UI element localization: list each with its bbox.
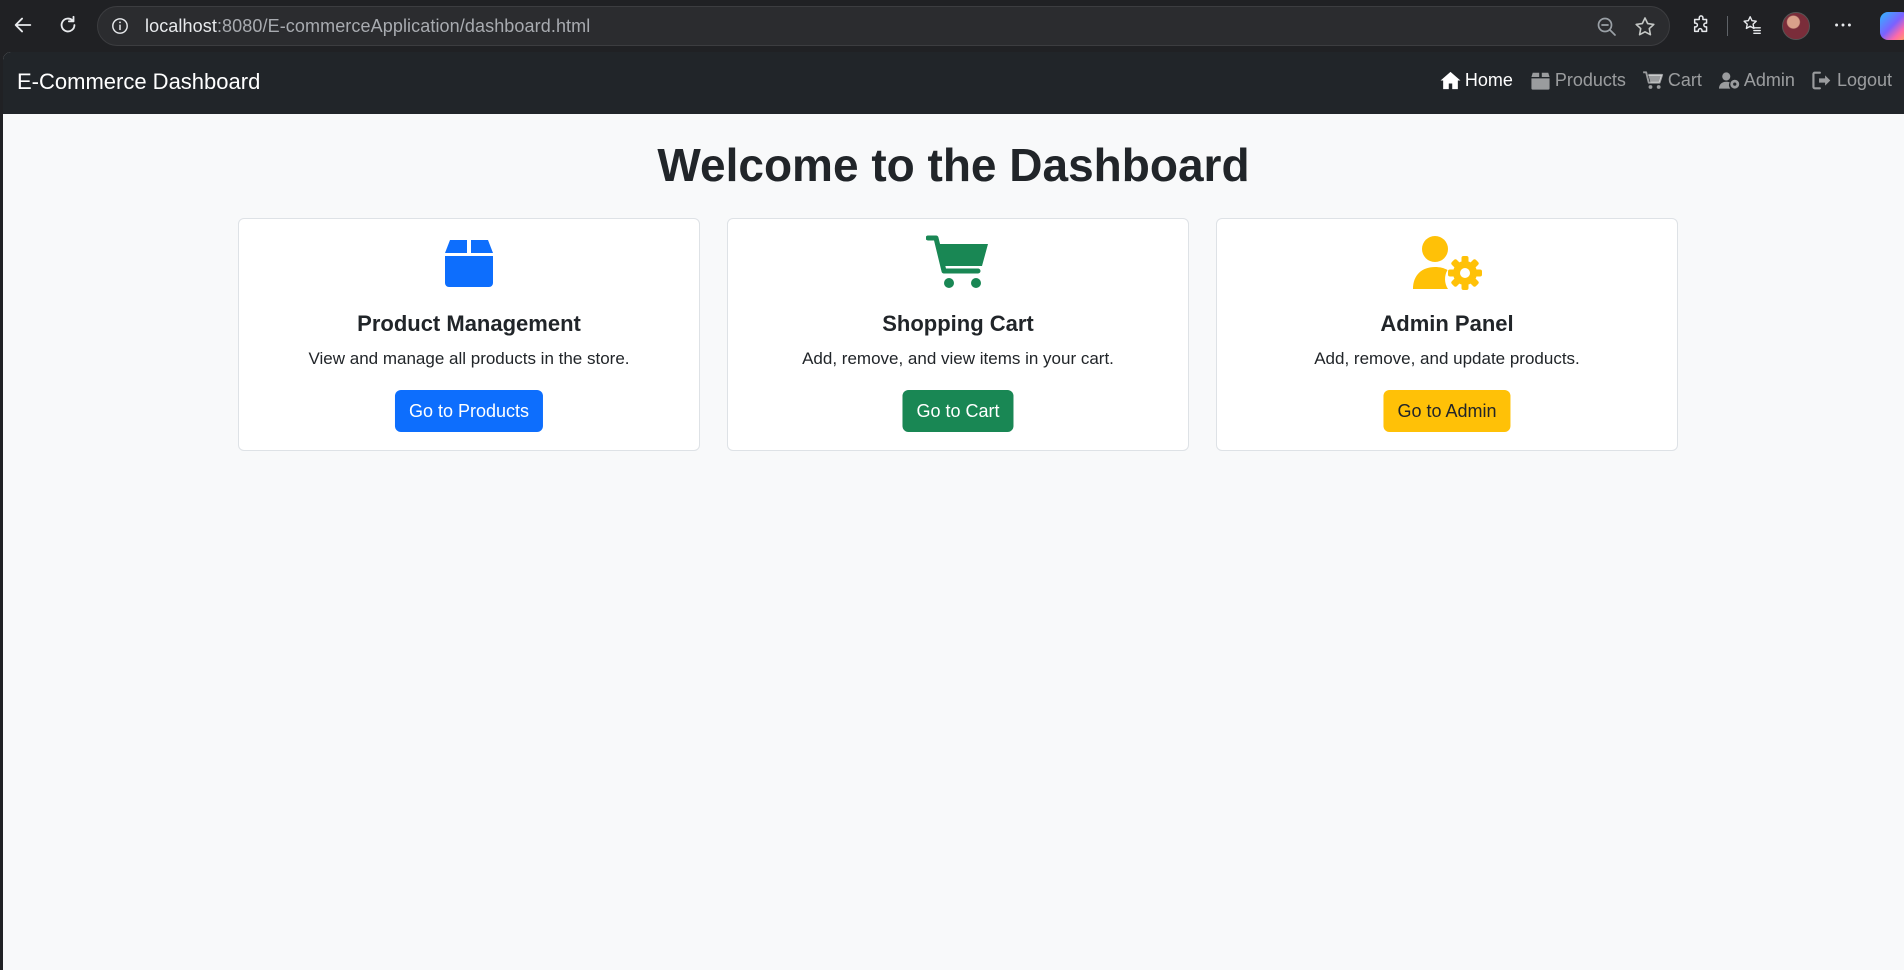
address-bar[interactable]: localhost:8080/E-commerceApplication/das… bbox=[97, 6, 1670, 46]
nav-link-label: Admin bbox=[1743, 70, 1795, 90]
card-title: Product Management bbox=[357, 311, 581, 336]
go-to-products-button[interactable]: Go to Products bbox=[394, 390, 544, 432]
page-title: Welcome to the Dashboard bbox=[657, 139, 1250, 191]
favorite-star-icon[interactable] bbox=[1633, 15, 1657, 39]
nav-link-admin[interactable]: Admin bbox=[1718, 70, 1795, 91]
user-gear-icon bbox=[1413, 236, 1482, 290]
copilot-icon[interactable] bbox=[1880, 12, 1904, 40]
nav-link-logout[interactable]: Logout bbox=[1812, 70, 1892, 91]
back-arrow-icon bbox=[14, 17, 32, 33]
nav-link-home[interactable]: Home bbox=[1440, 70, 1513, 91]
admin-panel-card: Admin Panel Add, remove, and update prod… bbox=[1216, 218, 1678, 451]
url-host: localhost bbox=[145, 15, 217, 36]
box-icon bbox=[445, 240, 493, 287]
shopping-cart-card: Shopping Cart Add, remove, and view item… bbox=[727, 218, 1189, 451]
navbar-brand[interactable]: E-Commerce Dashboard bbox=[17, 69, 260, 95]
go-to-admin-button[interactable]: Go to Admin bbox=[1383, 390, 1511, 432]
card-icon-wrap bbox=[1217, 235, 1677, 293]
nav-link-label: Home bbox=[1464, 70, 1513, 90]
nav-link-cart[interactable]: Cart bbox=[1643, 70, 1702, 91]
cart-icon bbox=[926, 235, 988, 288]
site-info-icon[interactable] bbox=[110, 16, 130, 36]
logout-icon bbox=[1812, 71, 1831, 90]
url-text: localhost:8080/E-commerceApplication/das… bbox=[145, 16, 590, 37]
home-icon bbox=[1440, 71, 1461, 90]
zoom-out-icon[interactable] bbox=[1595, 15, 1619, 39]
card-title: Admin Panel bbox=[1380, 311, 1514, 336]
reload-icon bbox=[60, 15, 76, 33]
more-menu-button[interactable] bbox=[1826, 8, 1860, 42]
page-viewport: E-Commerce Dashboard Home Products Cart … bbox=[3, 52, 1904, 970]
profile-avatar[interactable] bbox=[1782, 12, 1810, 40]
card-icon-wrap bbox=[728, 235, 1188, 293]
card-text: View and manage all products in the stor… bbox=[308, 349, 630, 368]
go-to-cart-button[interactable]: Go to Cart bbox=[902, 390, 1014, 432]
favorites-list-icon bbox=[1743, 16, 1761, 34]
toolbar-divider bbox=[1727, 16, 1728, 36]
cart-icon bbox=[1643, 71, 1663, 89]
box-icon bbox=[1531, 72, 1550, 90]
card-icon-wrap bbox=[239, 235, 699, 293]
reload-button[interactable] bbox=[51, 8, 85, 42]
extensions-button[interactable] bbox=[1685, 8, 1719, 42]
navbar-links: Home Products Cart Admin Logout bbox=[1423, 70, 1892, 91]
nav-link-label: Cart bbox=[1667, 70, 1702, 90]
favorites-button[interactable] bbox=[1735, 8, 1769, 42]
card-text: Add, remove, and view items in your cart… bbox=[802, 349, 1114, 368]
back-button[interactable] bbox=[6, 8, 40, 42]
nav-link-products[interactable]: Products bbox=[1530, 70, 1626, 91]
url-path: :8080/E-commerceApplication/dashboard.ht… bbox=[216, 15, 591, 36]
nav-link-label: Logout bbox=[1836, 70, 1892, 90]
top-navbar: E-Commerce Dashboard Home Products Cart … bbox=[3, 52, 1904, 114]
card-text: Add, remove, and update products. bbox=[1314, 349, 1580, 368]
puzzle-icon bbox=[1693, 15, 1708, 33]
nav-link-label: Products bbox=[1554, 70, 1626, 90]
ellipsis-icon bbox=[1835, 23, 1851, 27]
browser-toolbar: localhost:8080/E-commerceApplication/das… bbox=[0, 0, 1904, 52]
product-management-card: Product Management View and manage all p… bbox=[238, 218, 700, 451]
user-gear-icon bbox=[1718, 72, 1740, 89]
card-title: Shopping Cart bbox=[882, 311, 1034, 336]
